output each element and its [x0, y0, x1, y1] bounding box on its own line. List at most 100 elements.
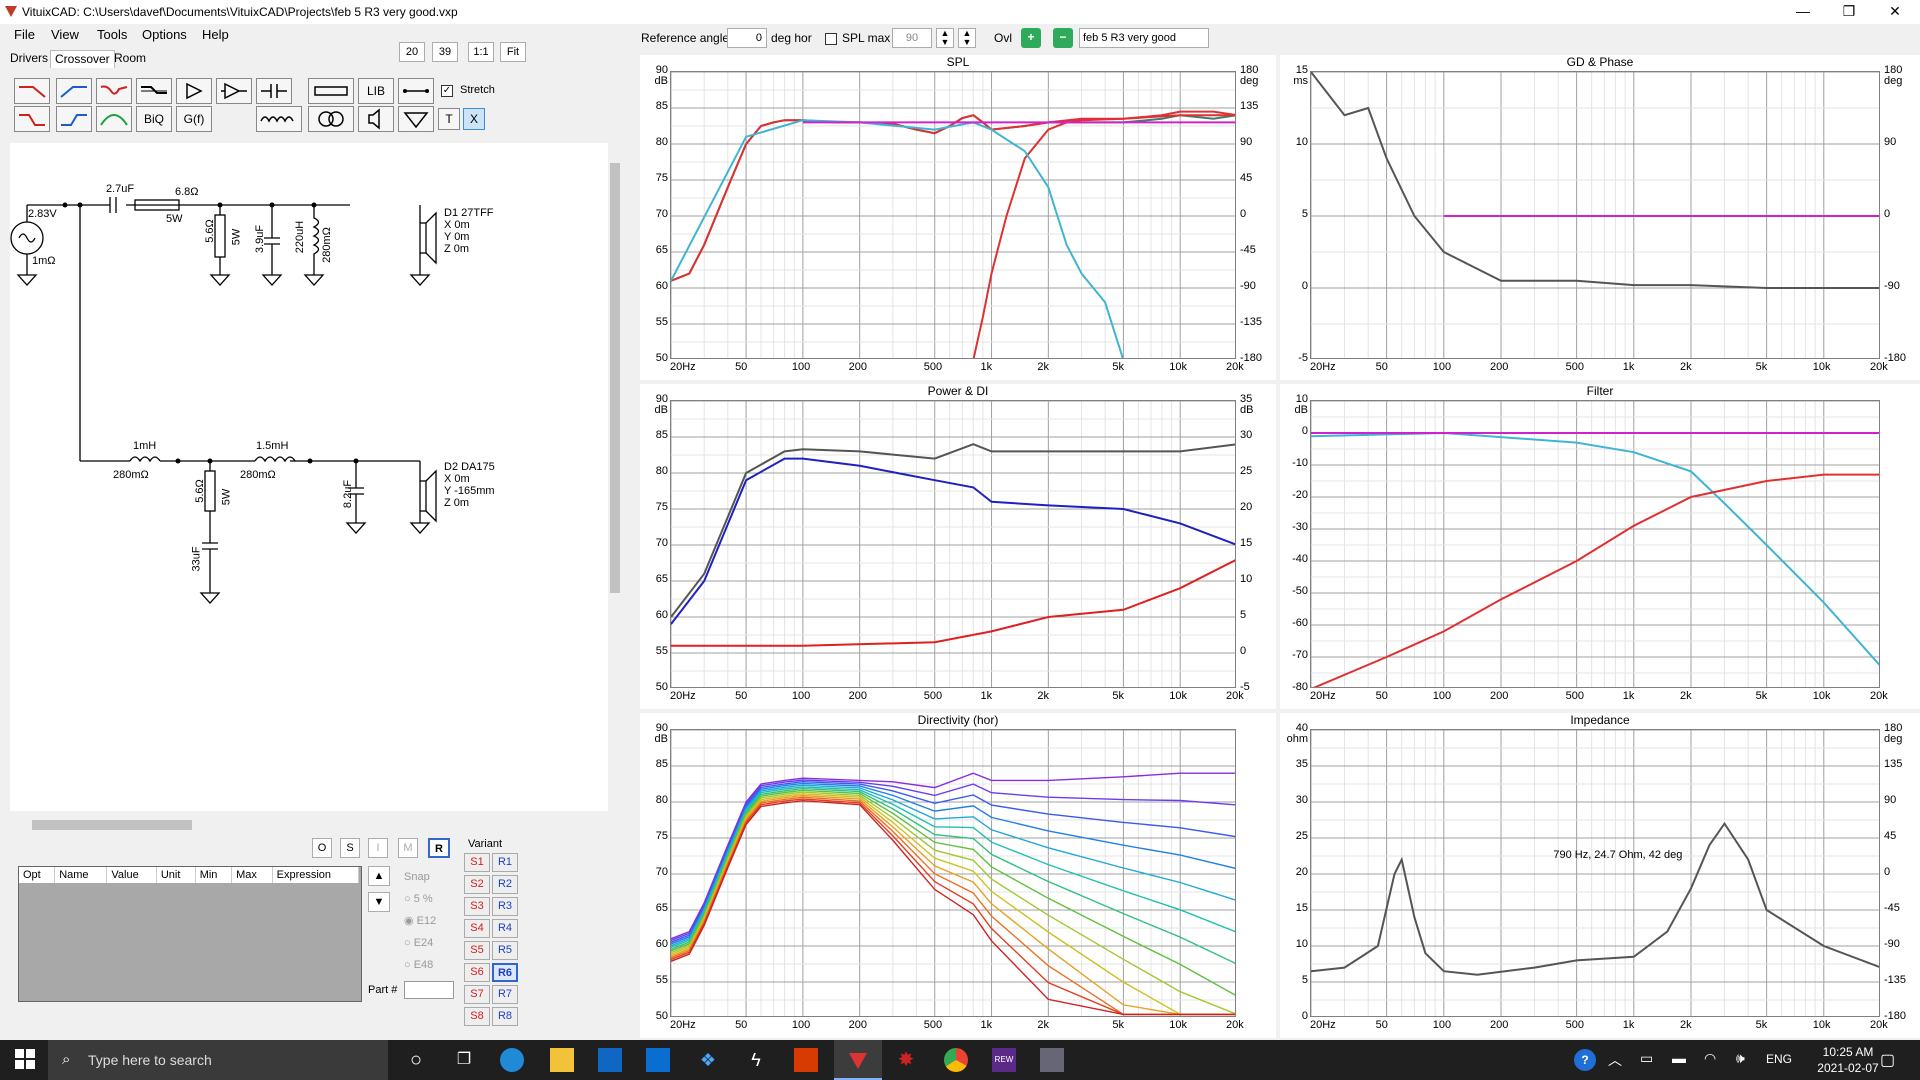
- lowpass-2-button[interactable]: [14, 106, 50, 132]
- volume-icon[interactable]: 🕪: [1736, 1050, 1745, 1067]
- move-down-button[interactable]: ▼: [368, 892, 390, 912]
- variant-r2-button[interactable]: R2: [492, 875, 518, 894]
- variant-s6-button[interactable]: S6: [464, 963, 490, 982]
- transformer-button[interactable]: [308, 106, 354, 132]
- spin-updown[interactable]: ▲ ▼: [936, 28, 954, 48]
- minimize-button[interactable]: —: [1780, 0, 1826, 24]
- c3-label[interactable]: 33uF: [191, 546, 203, 571]
- spl-max-checkbox[interactable]: [825, 31, 837, 45]
- ground-button[interactable]: [398, 106, 434, 132]
- opt-s-button[interactable]: S: [340, 838, 360, 858]
- snap-e48[interactable]: ○ E48: [404, 954, 436, 976]
- spl-chart-panel[interactable]: SPL 90 85 80 75 70 65 60 55 50 dB 180 135 90 45 0 -45 -90…: [640, 55, 1276, 380]
- filter-plot[interactable]: [1310, 400, 1880, 688]
- vscroll-thumb[interactable]: [610, 163, 620, 593]
- add-overlay-button[interactable]: +: [1021, 28, 1041, 48]
- col-name[interactable]: Name: [54, 867, 108, 883]
- variant-r1-button[interactable]: R1: [492, 853, 518, 872]
- driver-button[interactable]: [358, 106, 394, 132]
- l2-label[interactable]: 1mH: [133, 440, 156, 452]
- highpass-1-button[interactable]: [56, 78, 92, 104]
- col-min[interactable]: Min: [195, 867, 233, 883]
- biquad-button[interactable]: BiQ: [136, 106, 172, 132]
- buffer-button[interactable]: [216, 78, 252, 104]
- library-button[interactable]: LIB: [358, 78, 394, 104]
- vituixcad-taskbar-button[interactable]: [834, 1040, 882, 1080]
- variant-name-input[interactable]: feb 5 R3 very good: [1079, 28, 1209, 48]
- capacitor-button[interactable]: [256, 78, 292, 104]
- chrome-icon[interactable]: [944, 1048, 968, 1072]
- menu-help[interactable]: Help: [202, 27, 229, 42]
- shelf-button[interactable]: [136, 78, 172, 104]
- col-max[interactable]: Max: [231, 867, 273, 883]
- zoom-1-1-button[interactable]: 1:1: [468, 42, 494, 62]
- close-button[interactable]: ✕: [1872, 0, 1918, 24]
- optimizer-table[interactable]: Opt Name Value Unit Min Max Expression: [18, 866, 362, 1002]
- battery-icon[interactable]: ▬: [1672, 1050, 1686, 1066]
- remove-overlay-button[interactable]: −: [1053, 28, 1073, 48]
- col-unit[interactable]: Unit: [156, 867, 196, 883]
- r1-label[interactable]: 6.8Ω: [175, 186, 199, 198]
- bandstop-button[interactable]: [96, 78, 132, 104]
- app-bolt-icon[interactable]: ϟ: [744, 1048, 768, 1072]
- opt-i-button[interactable]: I: [368, 838, 388, 858]
- stretch-checkbox[interactable]: ✓: [441, 83, 453, 97]
- tab-drivers[interactable]: Drivers: [6, 50, 52, 68]
- schematic-vscroll[interactable]: [608, 143, 622, 811]
- opt-o-button[interactable]: O: [312, 838, 332, 858]
- help-icon[interactable]: ?: [1574, 1049, 1596, 1071]
- schematic-hscroll[interactable]: [10, 818, 608, 832]
- rew-icon[interactable]: REW: [992, 1048, 1016, 1072]
- variant-s2-button[interactable]: S2: [464, 875, 490, 894]
- gf-button[interactable]: G(f): [176, 106, 212, 132]
- highpass-2-button[interactable]: [56, 106, 92, 132]
- col-expression[interactable]: Expression: [272, 867, 360, 883]
- variant-r8-button[interactable]: R8: [492, 1007, 518, 1026]
- variant-r4-button[interactable]: R4: [492, 919, 518, 938]
- directivity-plot[interactable]: [670, 729, 1236, 1017]
- store-icon[interactable]: [598, 1048, 622, 1072]
- chevron-up-icon[interactable]: ︿: [1608, 1050, 1622, 1070]
- maximize-button[interactable]: ❐: [1826, 0, 1872, 24]
- move-up-button[interactable]: ▲: [368, 866, 390, 886]
- menu-tools[interactable]: Tools: [97, 27, 127, 42]
- part-input[interactable]: [404, 981, 454, 999]
- filter-chart-panel[interactable]: Filter 10 0 -10 -20 -30 -40 -50 -60 -70 -80 dB 20Hz 5…: [1280, 384, 1920, 709]
- tab-room[interactable]: Room: [110, 50, 150, 68]
- file-explorer-icon[interactable]: [550, 1048, 574, 1072]
- l1-label[interactable]: 220uH: [294, 221, 306, 253]
- snap-e24[interactable]: ○ E24: [404, 932, 436, 954]
- variant-s4-button[interactable]: S4: [464, 919, 490, 938]
- variant-r3-button[interactable]: R3: [492, 897, 518, 916]
- tab-crossover[interactable]: Crossover: [50, 50, 115, 68]
- col-value[interactable]: Value: [106, 867, 157, 883]
- wire-button[interactable]: [398, 78, 434, 104]
- language-indicator[interactable]: ENG: [1766, 1052, 1792, 1066]
- spl-max-input[interactable]: 90: [892, 28, 932, 48]
- c2-label[interactable]: 3.9uF: [254, 225, 266, 253]
- opt-m-button[interactable]: M: [398, 838, 418, 858]
- reference-angle-input[interactable]: 0: [727, 28, 767, 48]
- cortana-icon[interactable]: ○: [404, 1048, 428, 1072]
- variant-r5-button[interactable]: R5: [492, 941, 518, 960]
- notifications-icon[interactable]: ▢: [1880, 1050, 1895, 1070]
- gd-chart-panel[interactable]: GD & Phase 15 10 5 0 -5 ms 180 90 0 -90 -180 deg 20Hz…: [1280, 55, 1920, 380]
- variant-s7-button[interactable]: S7: [464, 985, 490, 1004]
- opt-r-button[interactable]: R: [428, 838, 450, 858]
- c1-label[interactable]: 2.7uF: [106, 183, 134, 195]
- menu-options[interactable]: Options: [142, 27, 187, 42]
- c4-label[interactable]: 8.2uF: [342, 480, 354, 508]
- text-button[interactable]: T: [438, 108, 460, 130]
- x-button[interactable]: X: [463, 108, 485, 130]
- r3-label[interactable]: 5.6Ω: [194, 479, 206, 503]
- variant-r6-button[interactable]: R6: [492, 963, 518, 982]
- snap-5pct[interactable]: ○ 5 %: [404, 888, 436, 910]
- edge-icon[interactable]: [500, 1048, 524, 1072]
- grid-x-field[interactable]: 20: [399, 42, 425, 62]
- fit-button[interactable]: Fit: [500, 42, 526, 62]
- taskbar-search-box[interactable]: ⌕ Type here to search: [48, 1040, 388, 1080]
- calculator-icon[interactable]: [1040, 1048, 1064, 1072]
- spin-updown-2[interactable]: ▲ ▼: [958, 28, 976, 48]
- lowpass-1-button[interactable]: [14, 78, 50, 104]
- directivity-chart-panel[interactable]: Directivity (hor) 90 85 80 75 70 65 60 55 50 dB 20H…: [640, 713, 1276, 1038]
